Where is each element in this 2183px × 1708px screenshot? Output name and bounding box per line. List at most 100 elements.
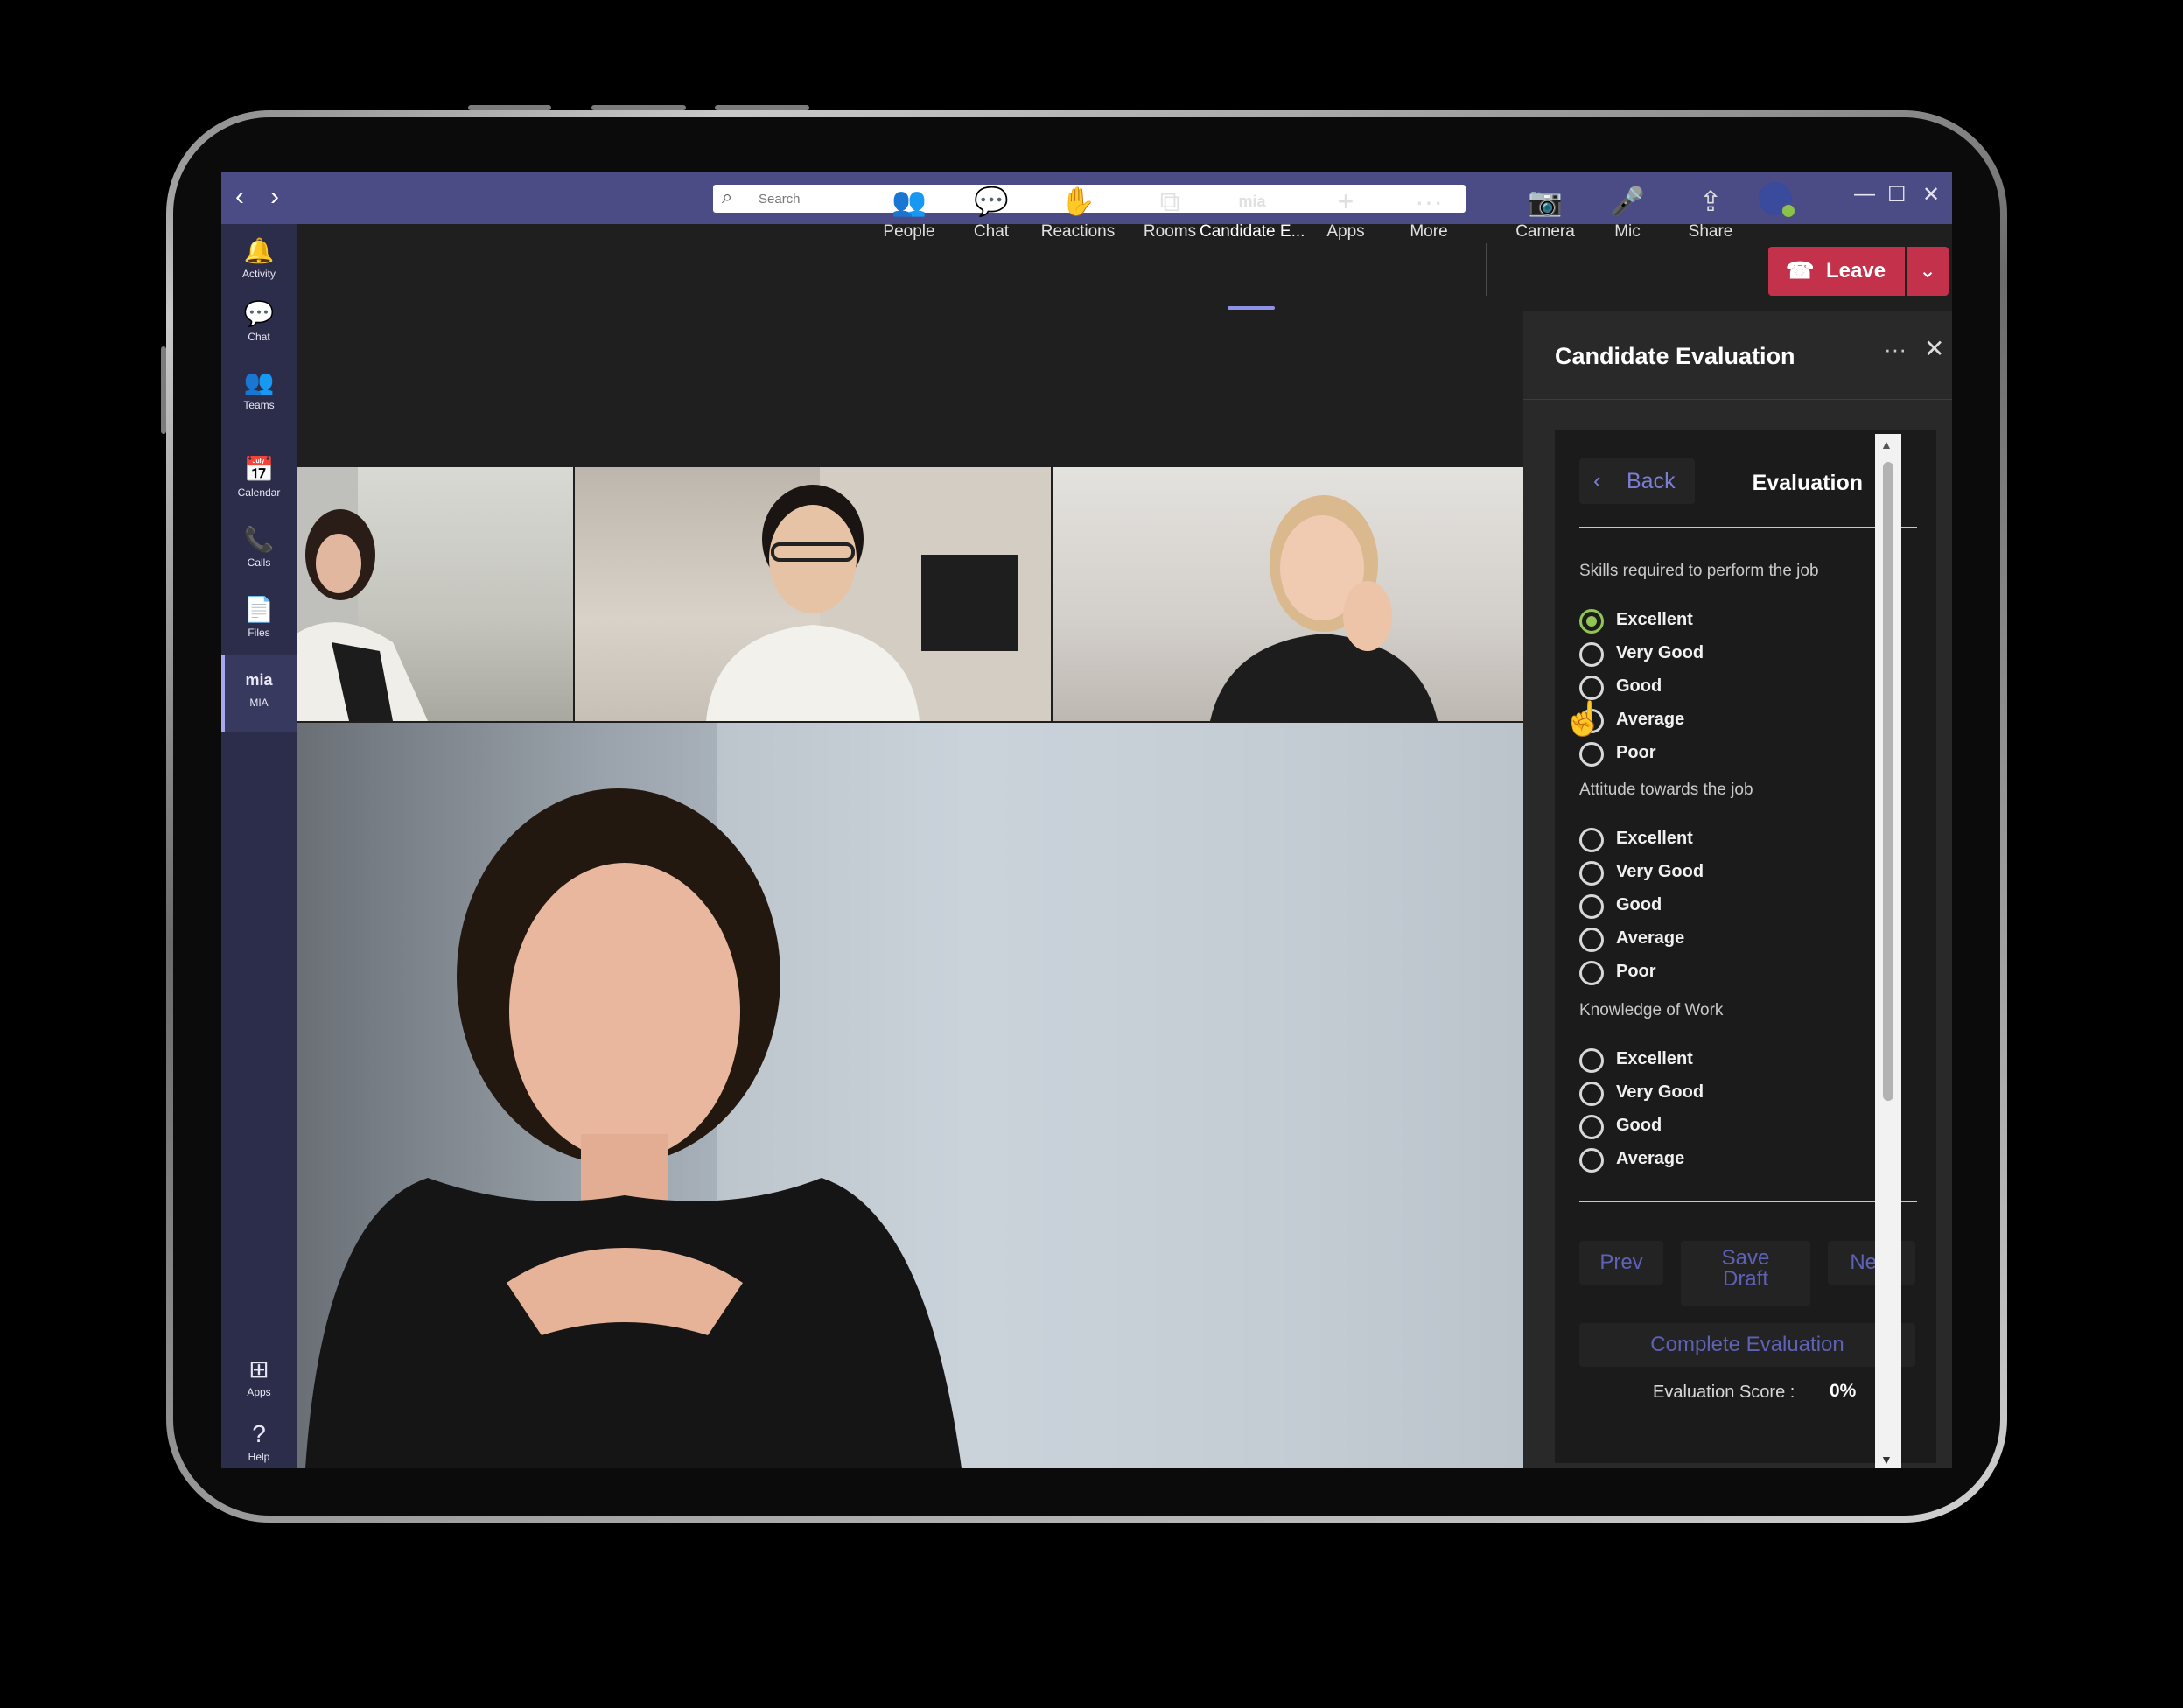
rail-item-apps[interactable]: ⊞ Apps <box>221 1354 297 1398</box>
active-tab-indicator <box>1228 306 1275 310</box>
rail-item-calls[interactable]: 📞 Calls <box>221 525 297 569</box>
radio-button[interactable] <box>1579 1148 1604 1172</box>
hand-cursor-icon: ☝ <box>1563 701 1605 738</box>
toolbar-camera-button[interactable]: 📷 Camera <box>1508 184 1583 242</box>
radio-button[interactable] <box>1579 676 1604 700</box>
back-button[interactable]: ‹ Back <box>1579 458 1695 504</box>
app-rail: 🔔 Activity 💬 Chat 👥 Teams 📅 Calendar 📞 C… <box>221 224 297 1468</box>
prev-button[interactable]: Prev <box>1579 1241 1663 1284</box>
scroll-up-icon[interactable]: ▲ <box>1880 438 1893 452</box>
panel-title: Candidate Evaluation <box>1555 343 1795 369</box>
rail-label: Files <box>248 626 270 639</box>
calendar-icon: 📅 <box>243 456 275 483</box>
toolbar-label: Camera <box>1515 222 1575 241</box>
back-arrow-icon[interactable]: ‹ <box>235 182 244 212</box>
leave-label: Leave <box>1826 259 1886 283</box>
rail-label: Teams <box>243 399 275 411</box>
presence-status-icon <box>1781 203 1796 219</box>
toolbar-label: Chat <box>973 222 1010 241</box>
toolbar-rooms-button[interactable]: ⧉ Rooms <box>1133 184 1207 242</box>
forward-arrow-icon[interactable]: › <box>270 182 279 212</box>
rail-label: Activity <box>241 268 276 280</box>
rail-item-files[interactable]: 📄 Files <box>221 595 297 639</box>
main-speaker-video <box>297 723 1523 1468</box>
toolbar-label: More <box>1410 222 1448 241</box>
reactions-icon: ✋ <box>1060 186 1095 217</box>
chat-icon: 💬 <box>243 300 275 327</box>
complete-evaluation-button[interactable]: Complete Evaluation <box>1579 1323 1915 1367</box>
help-icon: ? <box>252 1420 266 1447</box>
participant-video-1 <box>297 467 573 721</box>
radio-button[interactable] <box>1579 928 1604 952</box>
radio-button[interactable] <box>1579 1048 1604 1073</box>
radio-button[interactable] <box>1579 894 1604 919</box>
toolbar-reactions-button[interactable]: ✋ Reactions <box>1030 184 1126 242</box>
tablet-volume-down <box>715 105 809 110</box>
rail-item-teams[interactable]: 👥 Teams <box>221 368 297 411</box>
radio-button[interactable] <box>1579 642 1604 667</box>
tablet-volume-up <box>591 105 686 110</box>
rail-label: Help <box>248 1451 270 1463</box>
option-label: Good <box>1616 1116 1662 1135</box>
leave-dropdown-button[interactable]: ⌄ <box>1907 247 1949 296</box>
toolbar-divider <box>1486 243 1487 296</box>
minimize-icon[interactable]: — <box>1854 182 1875 206</box>
close-window-icon[interactable]: ✕ <box>1922 182 1940 207</box>
mia-icon: mia <box>245 671 273 689</box>
panel-scrollbar[interactable]: ▲ ▼ <box>1875 434 1901 1468</box>
toolbar-share-button[interactable]: ⇪ Share <box>1677 184 1744 242</box>
radio-button[interactable] <box>1579 961 1604 985</box>
rooms-icon: ⧉ <box>1159 186 1180 217</box>
radio-button[interactable] <box>1579 1082 1604 1106</box>
participant-silhouette <box>706 467 1051 721</box>
toolbar-label: People <box>883 222 935 241</box>
more-icon[interactable]: ··· <box>1884 336 1907 363</box>
rail-item-help[interactable]: ? Help <box>221 1419 297 1463</box>
chevron-down-icon: ⌄ <box>1918 259 1937 283</box>
scrollbar-thumb[interactable] <box>1883 462 1893 1101</box>
participant-silhouette <box>1210 495 1438 721</box>
rail-item-mia[interactable]: mia MIA <box>221 654 297 732</box>
mic-icon: 🎤 <box>1610 186 1645 217</box>
toolbar-more-button[interactable]: ··· More <box>1397 184 1460 242</box>
rail-label: MIA <box>249 696 269 709</box>
radio-button-selected[interactable] <box>1579 609 1604 634</box>
chevron-left-icon: ‹ <box>1593 467 1601 494</box>
rail-item-chat[interactable]: 💬 Chat <box>221 299 297 343</box>
radio-button[interactable] <box>1579 1115 1604 1139</box>
next-button[interactable]: Next <box>1828 1241 1915 1284</box>
section-divider <box>1579 1200 1917 1202</box>
panel-divider <box>1523 399 1952 400</box>
tablet-side-button <box>161 346 166 434</box>
toolbar-candidate-evaluation-tab[interactable]: mia Candidate E... <box>1200 184 1305 242</box>
close-icon[interactable]: ✕ <box>1924 334 1944 363</box>
toolbar-people-button[interactable]: 👥 People <box>869 184 949 242</box>
radio-button[interactable] <box>1579 861 1604 886</box>
rail-label: Calendar <box>237 486 281 499</box>
toolbar-mic-button[interactable]: 🎤 Mic <box>1600 184 1655 242</box>
leave-button[interactable]: ☎ Leave <box>1768 247 1905 296</box>
radio-button[interactable] <box>1579 742 1604 766</box>
option-label: Very Good <box>1616 643 1704 662</box>
toolbar-chat-button[interactable]: 💬 Chat <box>958 184 1025 242</box>
rail-item-activity[interactable]: 🔔 Activity <box>221 236 297 280</box>
question-label: Skills required to perform the job <box>1579 562 1819 580</box>
section-title: Evaluation <box>1752 471 1863 495</box>
toolbar-apps-button[interactable]: + Apps <box>1315 184 1376 242</box>
radio-button[interactable] <box>1579 828 1604 852</box>
participant-silhouette <box>297 467 428 721</box>
option-label: Average <box>1616 928 1685 948</box>
toolbar-label: Rooms <box>1143 222 1197 241</box>
video-stage <box>297 312 1523 1468</box>
scroll-down-icon[interactable]: ▼ <box>1880 1452 1893 1466</box>
toolbar-label: Mic <box>1614 222 1641 241</box>
rail-label: Calls <box>247 556 271 569</box>
option-label: Excellent <box>1616 610 1693 629</box>
maximize-icon[interactable]: ☐ <box>1887 182 1907 207</box>
rail-item-calendar[interactable]: 📅 Calendar <box>221 455 297 499</box>
more-icon: ··· <box>1415 186 1443 217</box>
save-label: Save <box>1721 1246 1770 1270</box>
camera-off-icon: 📷 <box>1528 186 1563 217</box>
option-label: Poor <box>1616 962 1656 981</box>
save-draft-button[interactable]: Save Draft <box>1681 1241 1810 1306</box>
